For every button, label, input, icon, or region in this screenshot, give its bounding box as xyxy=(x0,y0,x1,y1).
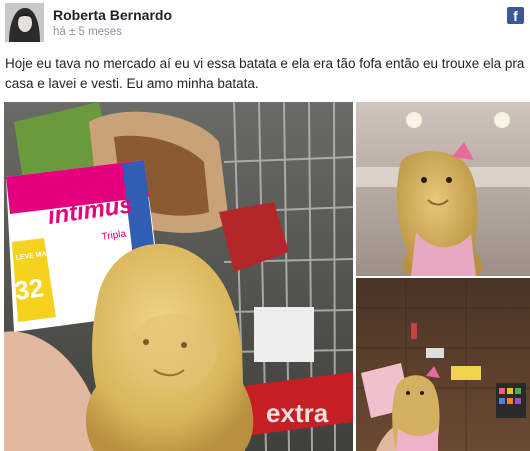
avatar[interactable] xyxy=(5,3,44,42)
facebook-icon: f xyxy=(507,7,524,24)
facebook-icon-glyph: f xyxy=(513,8,518,24)
post-header: Roberta Bernardo há ± 5 meses f xyxy=(0,0,530,50)
photo-dressed-potato[interactable] xyxy=(356,102,530,276)
photo-potato-on-floor[interactable] xyxy=(356,278,530,451)
author-name[interactable]: Roberta Bernardo xyxy=(53,7,172,23)
photo-potato-in-cart[interactable]: intimus 32 LEVE MAIS PAGUE MENOS Tripla … xyxy=(4,102,353,451)
cart-handle-text: extra xyxy=(266,398,329,428)
post-timestamp[interactable]: há ± 5 meses xyxy=(53,26,122,38)
pack-count: 32 xyxy=(13,272,46,306)
post-text: Hoje eu tava no mercado aí eu vi essa ba… xyxy=(5,56,525,91)
